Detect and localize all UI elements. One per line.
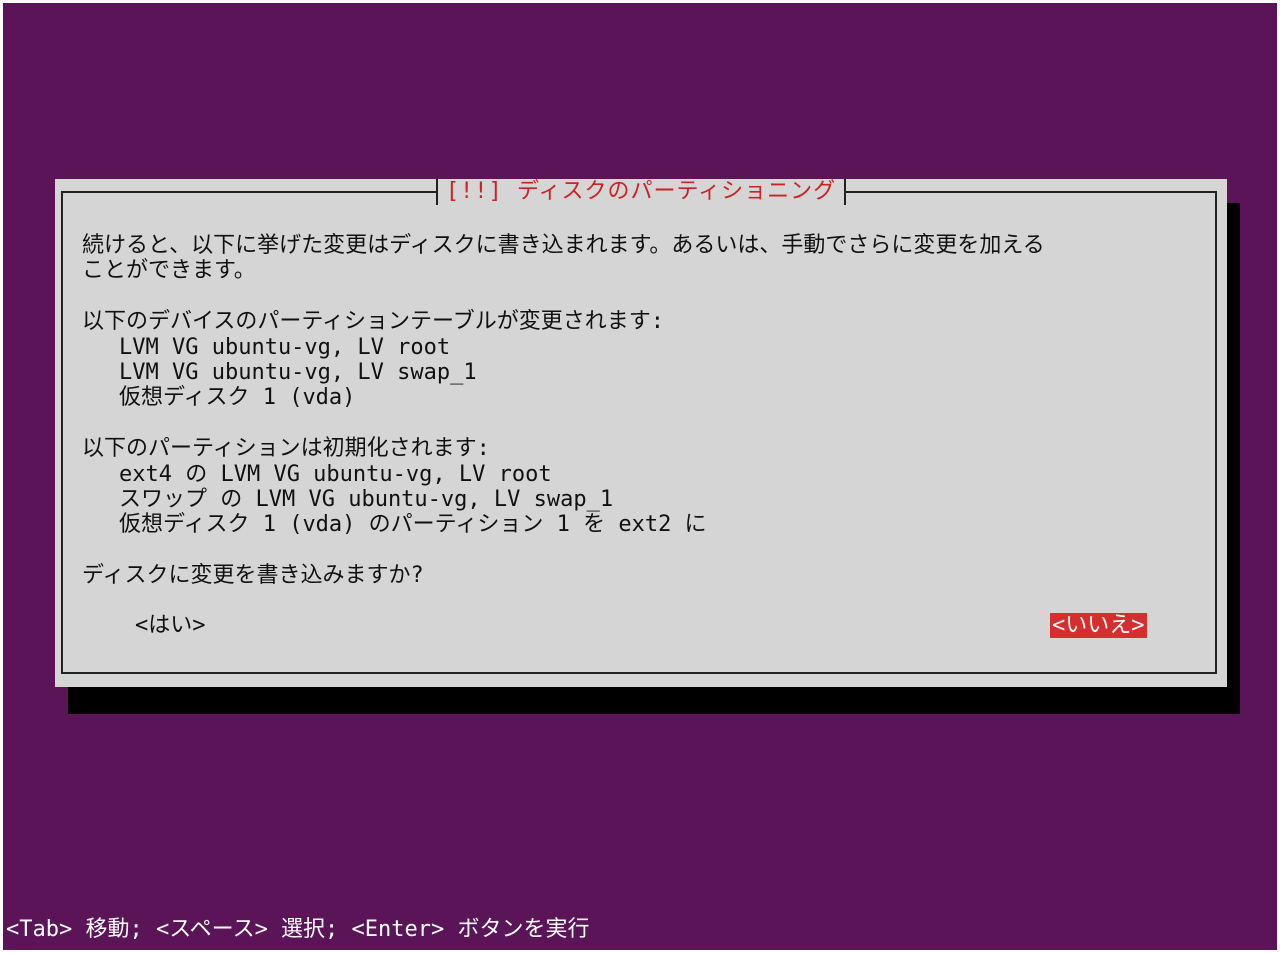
format-heading: 以下のパーティションは初期化されます: (82, 436, 490, 461)
keyboard-help-line: <Tab> 移動; <スペース> 選択; <Enter> ボタンを実行 (6, 917, 590, 942)
partition-table-item: 仮想ディスク 1 (vda) (119, 385, 356, 410)
partition-table-item: LVM VG ubuntu-vg, LV root (119, 335, 451, 360)
partition-confirm-dialog: [!!] ディスクのパーティショニング 続けると、以下に挙げた変更はディスクに書… (55, 179, 1227, 687)
yes-button[interactable]: <はい> (133, 613, 208, 638)
installer-screen: [!!] ディスクのパーティショニング 続けると、以下に挙げた変更はディスクに書… (3, 3, 1277, 950)
format-item: 仮想ディスク 1 (vda) のパーティション 1 を ext2 に (119, 512, 707, 537)
dialog-title-bar: [!!] ディスクのパーティショニング (55, 179, 1227, 205)
dialog-title: [!!] ディスクのパーティショニング (435, 179, 847, 205)
intro-text-line-1: 続けると、以下に挙げた変更はディスクに書き込まれます。あるいは、手動でさらに変更… (82, 233, 1045, 258)
partition-tables-heading: 以下のデバイスのパーティションテーブルが変更されます: (82, 309, 664, 334)
write-changes-question: ディスクに変更を書き込みますか? (82, 563, 424, 588)
intro-text-line-2: ことができます。 (82, 258, 256, 283)
format-item: スワップ の LVM VG ubuntu-vg, LV swap_1 (119, 487, 614, 512)
format-item: ext4 の LVM VG ubuntu-vg, LV root (119, 462, 552, 487)
partition-table-item: LVM VG ubuntu-vg, LV swap_1 (119, 360, 477, 385)
no-button[interactable]: <いいえ> (1050, 613, 1147, 638)
